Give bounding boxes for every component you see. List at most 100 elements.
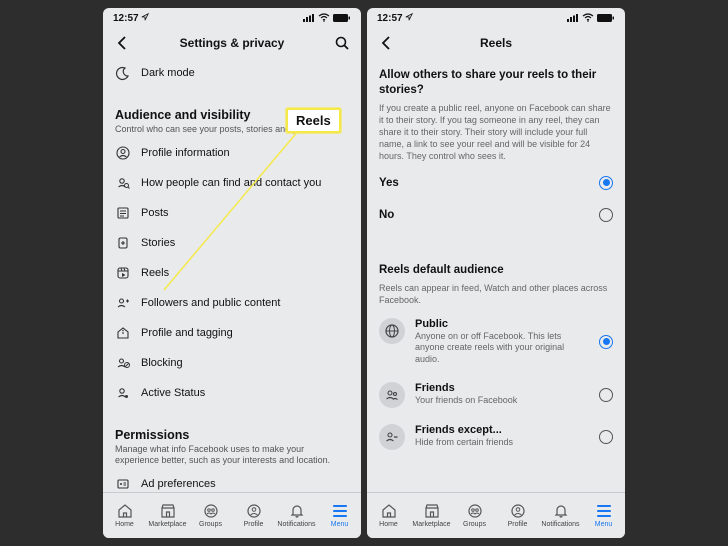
option-no[interactable]: No bbox=[367, 199, 625, 231]
default-audience-head: Reels default audience Reels can appear … bbox=[367, 253, 625, 310]
audience-title: Friends bbox=[415, 382, 589, 394]
radio-unselected[interactable] bbox=[599, 430, 613, 444]
status-bar: 12:57 bbox=[367, 8, 625, 28]
section-permissions: Permissions Manage what info Facebook us… bbox=[103, 420, 361, 469]
home-icon bbox=[381, 503, 397, 519]
share-question: Allow others to share your reels to thei… bbox=[367, 58, 625, 167]
audience-sub: Hide from certain friends bbox=[415, 437, 589, 449]
row-profile-info[interactable]: Profile information bbox=[103, 138, 361, 168]
tab-label: Notifications bbox=[541, 521, 579, 528]
globe-icon bbox=[379, 318, 405, 344]
row-label: Stories bbox=[141, 237, 175, 249]
radio-selected[interactable] bbox=[599, 176, 613, 190]
tab-menu[interactable]: Menu bbox=[318, 493, 361, 538]
profile-icon bbox=[246, 503, 262, 519]
marketplace-icon bbox=[424, 503, 440, 519]
tab-label: Home bbox=[115, 521, 134, 528]
header: Reels bbox=[367, 28, 625, 58]
row-profile-tagging[interactable]: Profile and tagging bbox=[103, 318, 361, 348]
status-bar: 12:57 bbox=[103, 8, 361, 28]
audience-title: Friends except... bbox=[415, 424, 589, 436]
blocking-icon bbox=[115, 355, 131, 371]
row-followers[interactable]: Followers and public content bbox=[103, 288, 361, 318]
signal-icon bbox=[567, 14, 579, 22]
groups-icon bbox=[203, 503, 219, 519]
row-reels[interactable]: Reels bbox=[103, 258, 361, 288]
row-label: Profile information bbox=[141, 147, 230, 159]
bell-icon bbox=[553, 503, 569, 519]
audience-friends[interactable]: Friends Your friends on Facebook bbox=[367, 374, 625, 416]
annotation-callout: Reels bbox=[286, 108, 341, 133]
search-icon[interactable] bbox=[333, 34, 351, 52]
tab-label: Notifications bbox=[277, 521, 315, 528]
tab-label: Home bbox=[379, 521, 398, 528]
tab-home[interactable]: Home bbox=[367, 493, 410, 538]
audience-sub: Anyone on or off Facebook. This lets any… bbox=[415, 331, 589, 366]
row-blocking[interactable]: Blocking bbox=[103, 348, 361, 378]
option-label: Yes bbox=[379, 177, 399, 189]
row-stories[interactable]: Stories bbox=[103, 228, 361, 258]
tab-groups[interactable]: Groups bbox=[453, 493, 496, 538]
profile-icon bbox=[510, 503, 526, 519]
tab-label: Profile bbox=[244, 521, 264, 528]
tab-notifications[interactable]: Notifications bbox=[539, 493, 582, 538]
back-button[interactable] bbox=[377, 34, 395, 52]
bell-icon bbox=[289, 503, 305, 519]
stories-icon bbox=[115, 235, 131, 251]
friends-icon bbox=[379, 382, 405, 408]
posts-icon bbox=[115, 205, 131, 221]
tab-notifications[interactable]: Notifications bbox=[275, 493, 318, 538]
tab-marketplace[interactable]: Marketplace bbox=[146, 493, 189, 538]
content-scroll[interactable]: Allow others to share your reels to thei… bbox=[367, 58, 625, 492]
section-title: Permissions bbox=[115, 428, 349, 442]
active-status-icon bbox=[115, 385, 131, 401]
tab-home[interactable]: Home bbox=[103, 493, 146, 538]
tab-groups[interactable]: Groups bbox=[189, 493, 232, 538]
row-label: How people can find and contact you bbox=[141, 177, 321, 189]
row-dark-mode[interactable]: Dark mode bbox=[103, 58, 361, 88]
status-time: 12:57 bbox=[113, 13, 139, 24]
radio-unselected[interactable] bbox=[599, 208, 613, 222]
row-posts[interactable]: Posts bbox=[103, 198, 361, 228]
battery-icon bbox=[597, 14, 615, 22]
option-yes[interactable]: Yes bbox=[367, 167, 625, 199]
wifi-icon bbox=[582, 14, 594, 22]
reels-icon bbox=[115, 265, 131, 281]
share-question-title: Allow others to share your reels to thei… bbox=[379, 68, 613, 98]
row-label: Blocking bbox=[141, 357, 183, 369]
radio-selected[interactable] bbox=[599, 335, 613, 349]
tab-profile[interactable]: Profile bbox=[496, 493, 539, 538]
groups-icon bbox=[467, 503, 483, 519]
row-find-contact[interactable]: How people can find and contact you bbox=[103, 168, 361, 198]
row-ad-prefs[interactable]: Ad preferences bbox=[103, 469, 361, 492]
search-user-icon bbox=[115, 175, 131, 191]
tab-label: Groups bbox=[199, 521, 222, 528]
section-subtitle: Manage what info Facebook uses to make y… bbox=[115, 444, 349, 467]
friends-except-icon bbox=[379, 424, 405, 450]
header: Settings & privacy bbox=[103, 28, 361, 58]
tab-bar: Home Marketplace Groups Profile Notifica… bbox=[103, 492, 361, 538]
row-label: Reels bbox=[141, 267, 169, 279]
back-button[interactable] bbox=[113, 34, 131, 52]
tab-marketplace[interactable]: Marketplace bbox=[410, 493, 453, 538]
tab-label: Marketplace bbox=[412, 521, 450, 528]
row-label: Followers and public content bbox=[141, 297, 280, 309]
tag-icon bbox=[115, 325, 131, 341]
radio-unselected[interactable] bbox=[599, 388, 613, 402]
user-circle-icon bbox=[115, 145, 131, 161]
followers-icon bbox=[115, 295, 131, 311]
tab-menu[interactable]: Menu bbox=[582, 493, 625, 538]
row-label: Active Status bbox=[141, 387, 205, 399]
audience-friends-except[interactable]: Friends except... Hide from certain frie… bbox=[367, 416, 625, 458]
page-title: Settings & privacy bbox=[131, 36, 333, 50]
tab-profile[interactable]: Profile bbox=[232, 493, 275, 538]
battery-icon bbox=[333, 14, 351, 22]
row-active-status[interactable]: Active Status bbox=[103, 378, 361, 408]
status-time: 12:57 bbox=[377, 13, 403, 24]
signal-icon bbox=[303, 14, 315, 22]
row-label: Profile and tagging bbox=[141, 327, 233, 339]
moon-icon bbox=[115, 65, 131, 81]
default-audience-desc: Reels can appear in feed, Watch and othe… bbox=[379, 282, 613, 306]
audience-public[interactable]: Public Anyone on or off Facebook. This l… bbox=[367, 310, 625, 374]
ad-icon bbox=[115, 476, 131, 492]
